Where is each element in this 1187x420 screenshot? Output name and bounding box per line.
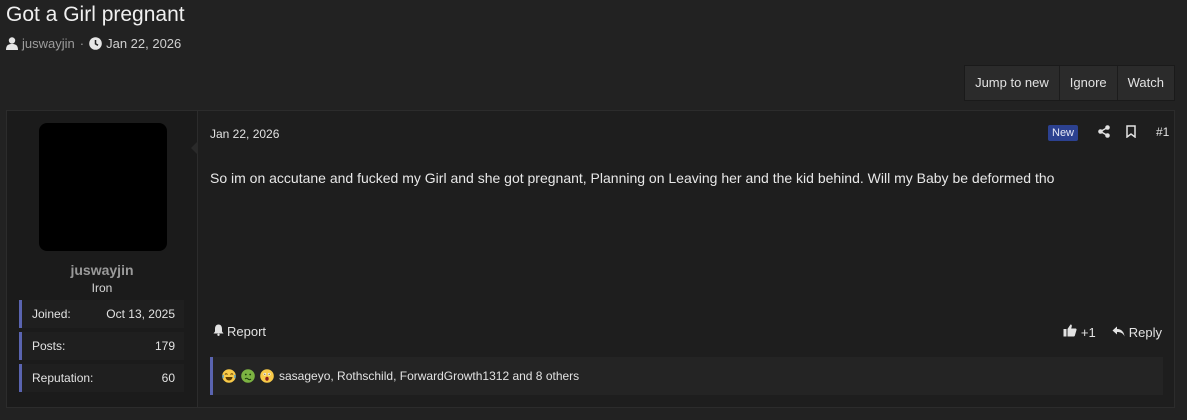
user-cell: juswayjin Iron Joined: Oct 13, 2025 Post… bbox=[7, 111, 198, 407]
ignore-button[interactable]: Ignore bbox=[1058, 66, 1117, 100]
post-date[interactable]: Jan 22, 2026 bbox=[210, 127, 279, 141]
post-tools: New #1 bbox=[1014, 123, 1174, 143]
bell-icon bbox=[213, 324, 224, 339]
jump-to-new-button[interactable]: Jump to new bbox=[965, 66, 1059, 100]
like-button[interactable]: +1 bbox=[1063, 324, 1096, 340]
stat-value: 60 bbox=[161, 371, 175, 385]
bookmark-icon[interactable] bbox=[1126, 125, 1136, 143]
report-label: Report bbox=[227, 324, 267, 339]
share-icon[interactable] bbox=[1098, 125, 1110, 143]
thumbs-up-icon bbox=[1063, 324, 1077, 340]
user-rank: Iron bbox=[91, 281, 113, 295]
post: juswayjin Iron Joined: Oct 13, 2025 Post… bbox=[6, 110, 1175, 408]
report-link[interactable]: Report bbox=[213, 324, 266, 339]
reply-icon bbox=[1112, 325, 1125, 340]
watch-button[interactable]: Watch bbox=[1116, 66, 1174, 100]
thread-date[interactable]: Jan 22, 2026 bbox=[106, 36, 181, 51]
clock-icon bbox=[89, 37, 102, 50]
nauseated-emoji-icon bbox=[241, 369, 255, 383]
thread-actions: Jump to new Ignore Watch bbox=[964, 65, 1175, 101]
user-icon bbox=[6, 37, 18, 50]
stat-label: Reputation: bbox=[32, 371, 94, 385]
post-username[interactable]: juswayjin bbox=[7, 262, 197, 278]
meta-separator: · bbox=[79, 36, 85, 51]
new-badge: New bbox=[1048, 125, 1079, 141]
stat-label: Joined: bbox=[32, 307, 71, 321]
avatar[interactable] bbox=[39, 123, 167, 251]
post-number[interactable]: #1 bbox=[1156, 125, 1169, 139]
like-count: +1 bbox=[1080, 324, 1096, 340]
post-body: So im on accutane and fucked my Girl and… bbox=[210, 170, 1055, 186]
user-cell-arrow bbox=[191, 141, 198, 155]
stat-reputation: Reputation: 60 bbox=[19, 364, 184, 392]
reply-label: Reply bbox=[1128, 324, 1162, 340]
stat-joined: Joined: Oct 13, 2025 bbox=[19, 300, 184, 328]
stat-label: Posts: bbox=[32, 339, 66, 353]
stat-value: 179 bbox=[154, 339, 175, 353]
joy-emoji-icon bbox=[222, 369, 236, 383]
thread-author-link[interactable]: juswayjin bbox=[22, 36, 75, 51]
reactions-bar[interactable]: sasageyo, Rothschild, ForwardGrowth1312 … bbox=[210, 357, 1163, 395]
astonished-emoji-icon bbox=[260, 369, 274, 383]
stat-posts: Posts: 179 bbox=[19, 332, 184, 360]
reply-button[interactable]: Reply bbox=[1112, 324, 1162, 340]
post-actions: +1 Reply bbox=[1063, 324, 1162, 340]
reactions-text: sasageyo, Rothschild, ForwardGrowth1312 … bbox=[279, 369, 580, 383]
thread-meta: juswayjin · Jan 22, 2026 bbox=[6, 36, 181, 51]
thread-title: Got a Girl pregnant bbox=[6, 3, 185, 26]
stat-value: Oct 13, 2025 bbox=[106, 307, 175, 321]
